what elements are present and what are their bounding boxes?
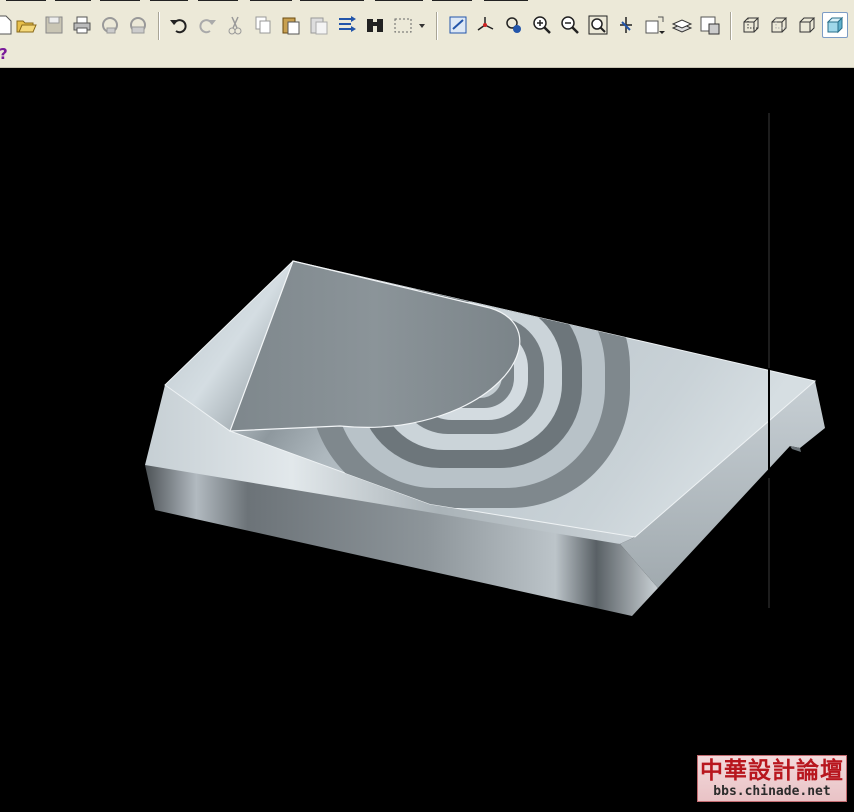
copy-icon [255, 16, 271, 34]
save-button[interactable] [42, 13, 66, 37]
binoculars-icon [367, 19, 383, 32]
folder-open-icon [16, 20, 37, 33]
watermark-url: bbs.chinade.net [713, 784, 831, 799]
undo-button[interactable] [167, 13, 191, 37]
wireframe-button[interactable] [739, 13, 763, 37]
selection-box-icon [394, 18, 412, 33]
copy-button[interactable] [251, 13, 275, 37]
named-views-button[interactable] [642, 13, 666, 37]
no-hidden-button[interactable] [795, 13, 819, 37]
toolbar-separator [436, 12, 437, 40]
context-help-button[interactable]: ? [0, 45, 8, 63]
zoom-in-button[interactable] [530, 13, 554, 37]
new-file-icon [0, 15, 12, 35]
refit-icon [588, 15, 608, 35]
menu-bar-cutoff-text [6, 0, 528, 1]
orient-button[interactable] [502, 13, 526, 37]
layers-icon [671, 19, 693, 33]
refit-button[interactable] [586, 13, 610, 37]
zoom-out-icon [561, 16, 579, 34]
help-toolbar: ? [0, 45, 854, 68]
paste-button[interactable] [279, 13, 303, 37]
graphics-viewport[interactable] [0, 68, 854, 812]
reorient-icon [620, 17, 632, 33]
email-button[interactable] [126, 13, 150, 37]
reorient-button[interactable] [614, 13, 638, 37]
send-icon [102, 17, 118, 34]
forum-watermark-logo: 中華設計論壇 bbs.chinade.net [697, 755, 847, 802]
no-hidden-icon [799, 17, 816, 33]
paste-special-icon [310, 17, 328, 35]
shading-button[interactable] [822, 12, 848, 38]
regenerate-icon [339, 16, 356, 32]
select-box-dropdown[interactable] [415, 13, 429, 37]
repaint-button[interactable] [446, 13, 470, 37]
paste-special-button[interactable] [307, 13, 331, 37]
email-icon [130, 17, 146, 34]
named-views-icon [645, 16, 665, 34]
print-button[interactable] [70, 13, 94, 37]
find-button[interactable] [363, 13, 387, 37]
regenerate-button[interactable] [335, 13, 359, 37]
hidden-line-button[interactable] [767, 13, 791, 37]
zoom-in-icon [533, 16, 551, 34]
zoom-out-button[interactable] [558, 13, 582, 37]
redo-icon [199, 19, 216, 34]
spin-center-icon [477, 17, 494, 31]
toolbar-separator [730, 12, 731, 40]
shading-icon [826, 16, 844, 34]
select-box-button[interactable] [391, 13, 415, 37]
toolbar-separator [158, 12, 159, 40]
wireframe-icon [743, 17, 760, 33]
cut-button[interactable] [223, 13, 247, 37]
orient-icon [506, 17, 521, 33]
save-icon [45, 16, 63, 34]
send-button[interactable] [98, 13, 122, 37]
view-manager-button[interactable] [698, 13, 722, 37]
shaded-3d-model [145, 113, 825, 616]
watermark-title: 中華設計論壇 [700, 757, 844, 784]
spin-center-button[interactable] [474, 13, 498, 37]
repaint-icon [449, 16, 467, 34]
layers-button[interactable] [670, 13, 694, 37]
hidden-line-icon [771, 17, 788, 33]
main-toolbar [0, 5, 854, 45]
scissors-icon [228, 16, 242, 35]
paste-icon [282, 17, 300, 35]
printer-icon [73, 16, 91, 34]
chevron-down-icon [419, 24, 425, 28]
open-file-button[interactable] [14, 13, 38, 37]
redo-button[interactable] [195, 13, 219, 37]
view-manager-icon [700, 16, 720, 35]
undo-icon [170, 19, 187, 34]
